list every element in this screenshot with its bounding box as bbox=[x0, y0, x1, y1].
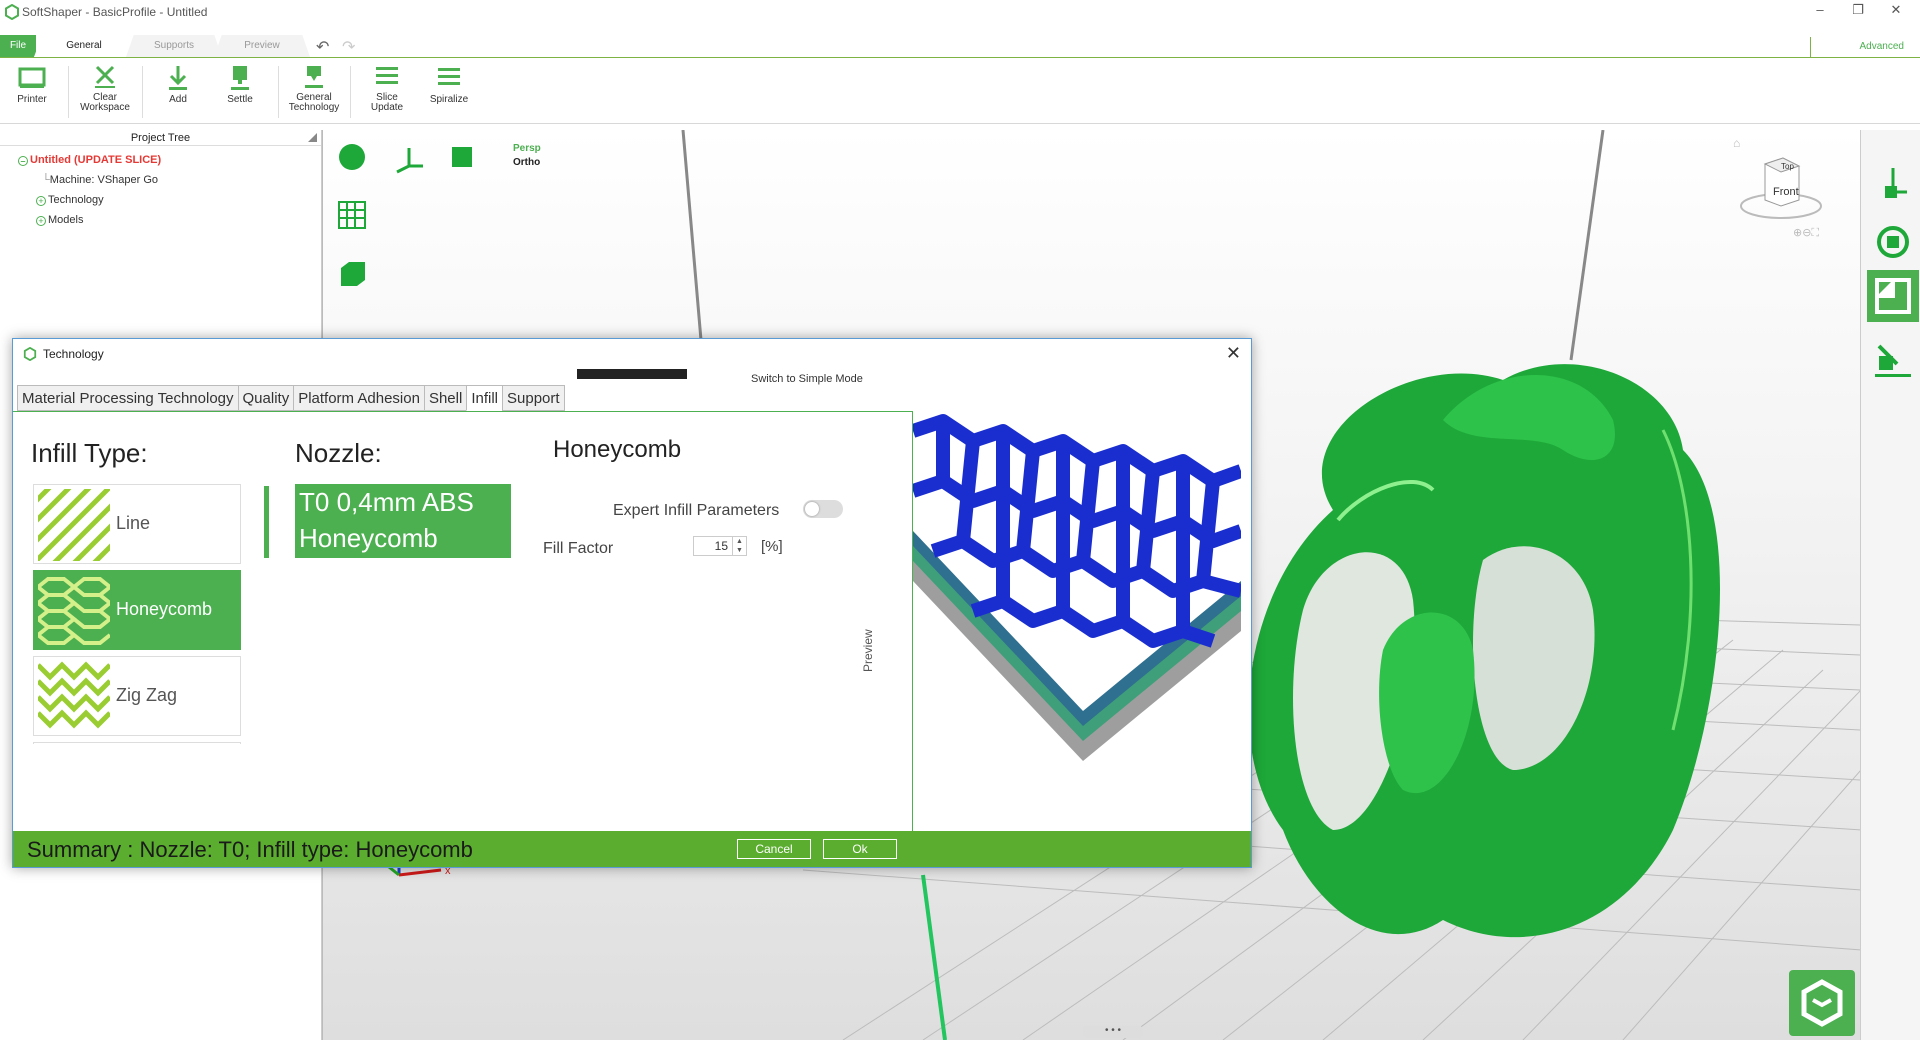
expand-icon[interactable]: + bbox=[36, 216, 46, 226]
clear-x-icon bbox=[95, 65, 115, 88]
tab-infill[interactable]: Infill bbox=[466, 385, 503, 411]
tab-preview[interactable]: Preview bbox=[214, 35, 310, 57]
tab-shell[interactable]: Shell bbox=[423, 385, 468, 411]
slice-update-button[interactable]: Slice Update bbox=[362, 64, 412, 122]
zoom-icons[interactable]: ⊕⊖⛶ bbox=[1793, 226, 1819, 240]
nozzle-heading: Nozzle: bbox=[295, 438, 382, 468]
settle-icon bbox=[231, 66, 249, 90]
toolbar: Printer Clear Workspace Add Settle Gener… bbox=[0, 58, 1920, 124]
infill-option-more[interactable] bbox=[33, 742, 241, 744]
slice-layers-icon bbox=[376, 67, 398, 84]
spiralize-button[interactable]: Spiralize bbox=[424, 64, 474, 122]
fill-factor-stepper[interactable]: 15 ▲ ▼ bbox=[693, 536, 747, 556]
honeycomb-pattern-icon bbox=[38, 575, 110, 647]
technology-icon bbox=[305, 66, 323, 88]
tab-quality[interactable]: Quality bbox=[237, 385, 295, 411]
spiralize-icon bbox=[438, 68, 460, 85]
cut-tool-button[interactable] bbox=[1867, 330, 1919, 382]
app-logo-icon bbox=[5, 4, 19, 20]
cancel-button[interactable]: Cancel bbox=[737, 839, 811, 859]
infill-option-honeycomb[interactable]: Honeycomb bbox=[33, 570, 241, 650]
dialog-tabs: Material Processing Technology Quality Pla… bbox=[17, 385, 565, 411]
undo-icon[interactable]: ↶ bbox=[316, 37, 329, 57]
expert-params-toggle[interactable] bbox=[803, 500, 843, 518]
fill-factor-label: Fill Factor bbox=[543, 540, 614, 557]
collapse-icon[interactable]: – bbox=[18, 156, 28, 166]
projection-toggle[interactable]: Persp Ortho bbox=[513, 142, 541, 170]
infill-preview-image bbox=[913, 411, 1241, 831]
ok-button[interactable]: Ok bbox=[823, 839, 897, 859]
panel-corner-icon[interactable] bbox=[308, 133, 317, 142]
minimize-button[interactable]: – bbox=[1800, 0, 1840, 22]
clear-workspace-button[interactable]: Clear Workspace bbox=[74, 64, 136, 122]
preview-label: Preview bbox=[861, 629, 875, 672]
summary-text: Summary : Nozzle: T0; Infill type: Honey… bbox=[27, 837, 473, 862]
infill-option-zigzag[interactable]: Zig Zag bbox=[33, 656, 241, 736]
move-tool-button[interactable] bbox=[1867, 156, 1919, 208]
fill-factor-unit: [%] bbox=[761, 538, 783, 555]
infill-type-list: Line Honeycomb Zig Zag bbox=[33, 484, 243, 744]
switch-simple-mode-link[interactable]: Switch to Simple Mode bbox=[751, 373, 863, 385]
tree-node-technology[interactable]: + Technology bbox=[36, 194, 104, 206]
tab-support[interactable]: Support bbox=[502, 385, 565, 411]
infill-settings-body: Infill Type: Line Honeycomb Zig Zag Nozz… bbox=[13, 411, 913, 831]
tree-node-root[interactable]: – Untitled (UPDATE SLICE) bbox=[18, 154, 161, 166]
line-pattern-icon bbox=[38, 489, 110, 561]
tab-file[interactable]: File bbox=[0, 35, 36, 57]
dialog-close-icon[interactable]: ✕ bbox=[1226, 343, 1241, 364]
infill-option-line[interactable]: Line bbox=[33, 484, 241, 564]
expert-params-label: Expert Infill Parameters bbox=[613, 502, 780, 519]
window-title: SoftShaper - BasicProfile - Untitled bbox=[22, 5, 208, 19]
tab-platform-adhesion[interactable]: Platform Adhesion bbox=[293, 385, 425, 411]
ribbon-tab-strip: File General Supports Preview ↶ ↷ Advanc… bbox=[0, 34, 1920, 58]
close-window-button[interactable]: ✕ bbox=[1876, 0, 1916, 22]
download-arrow-icon bbox=[169, 66, 187, 90]
axes-move-icon[interactable] bbox=[393, 142, 427, 174]
tab-material-processing[interactable]: Material Processing Technology bbox=[17, 385, 239, 411]
technology-dialog: Technology ✕ Switch to Simple Mode Mater… bbox=[12, 338, 1252, 868]
dialog-title: Technology bbox=[23, 347, 104, 361]
3d-model[interactable] bbox=[1248, 364, 1721, 938]
tree-node-models[interactable]: + Models bbox=[36, 214, 83, 226]
printer-button[interactable]: Printer bbox=[8, 64, 56, 122]
add-button[interactable]: Add bbox=[154, 64, 202, 122]
infill-type-heading: Infill Type: bbox=[31, 438, 148, 468]
expand-icon[interactable]: + bbox=[36, 196, 46, 206]
box-view-icon[interactable] bbox=[449, 144, 475, 170]
tab-general[interactable]: General bbox=[34, 35, 134, 57]
advanced-button[interactable]: Advanced bbox=[1810, 37, 1914, 57]
title-bar: SoftShaper - BasicProfile - Untitled – ❐… bbox=[0, 0, 1920, 24]
zigzag-pattern-icon bbox=[38, 661, 110, 729]
rotate-tool-button[interactable] bbox=[1867, 216, 1919, 268]
parameters-heading: Honeycomb bbox=[553, 436, 682, 463]
cube-view-icon[interactable] bbox=[337, 258, 367, 288]
printer-icon bbox=[18, 67, 46, 88]
app-logo-icon bbox=[23, 347, 37, 361]
redo-icon[interactable]: ↷ bbox=[342, 37, 355, 57]
bottom-drawer-handle[interactable]: • • • bbox=[1083, 1026, 1143, 1038]
scale-tool-button[interactable] bbox=[1867, 270, 1919, 322]
grid-toggle-icon[interactable] bbox=[337, 200, 367, 230]
summary-bar: Summary : Nozzle: T0; Infill type: Honey… bbox=[13, 831, 1251, 867]
tree-node-machine[interactable]: └Machine: VShaper Go bbox=[42, 174, 158, 186]
brand-logo-icon bbox=[1789, 970, 1855, 1036]
project-tree-header: Project Tree bbox=[0, 130, 321, 146]
general-technology-button[interactable]: General Technology bbox=[284, 64, 344, 122]
right-tool-panel bbox=[1860, 130, 1920, 1040]
drag-handle[interactable] bbox=[577, 369, 687, 379]
stepper-arrows-icon[interactable]: ▲ ▼ bbox=[732, 537, 746, 555]
view-cube[interactable]: ⌂ Top Front ⊕⊖⛶ bbox=[1733, 134, 1823, 244]
sphere-view-icon[interactable] bbox=[337, 142, 367, 172]
tab-supports[interactable]: Supports bbox=[126, 35, 222, 57]
nozzle-indicator bbox=[264, 486, 269, 558]
maximize-button[interactable]: ❐ bbox=[1838, 0, 1878, 22]
settle-button[interactable]: Settle bbox=[216, 64, 264, 122]
nozzle-selector[interactable]: T0 0,4mm ABS Honeycomb bbox=[295, 484, 511, 558]
